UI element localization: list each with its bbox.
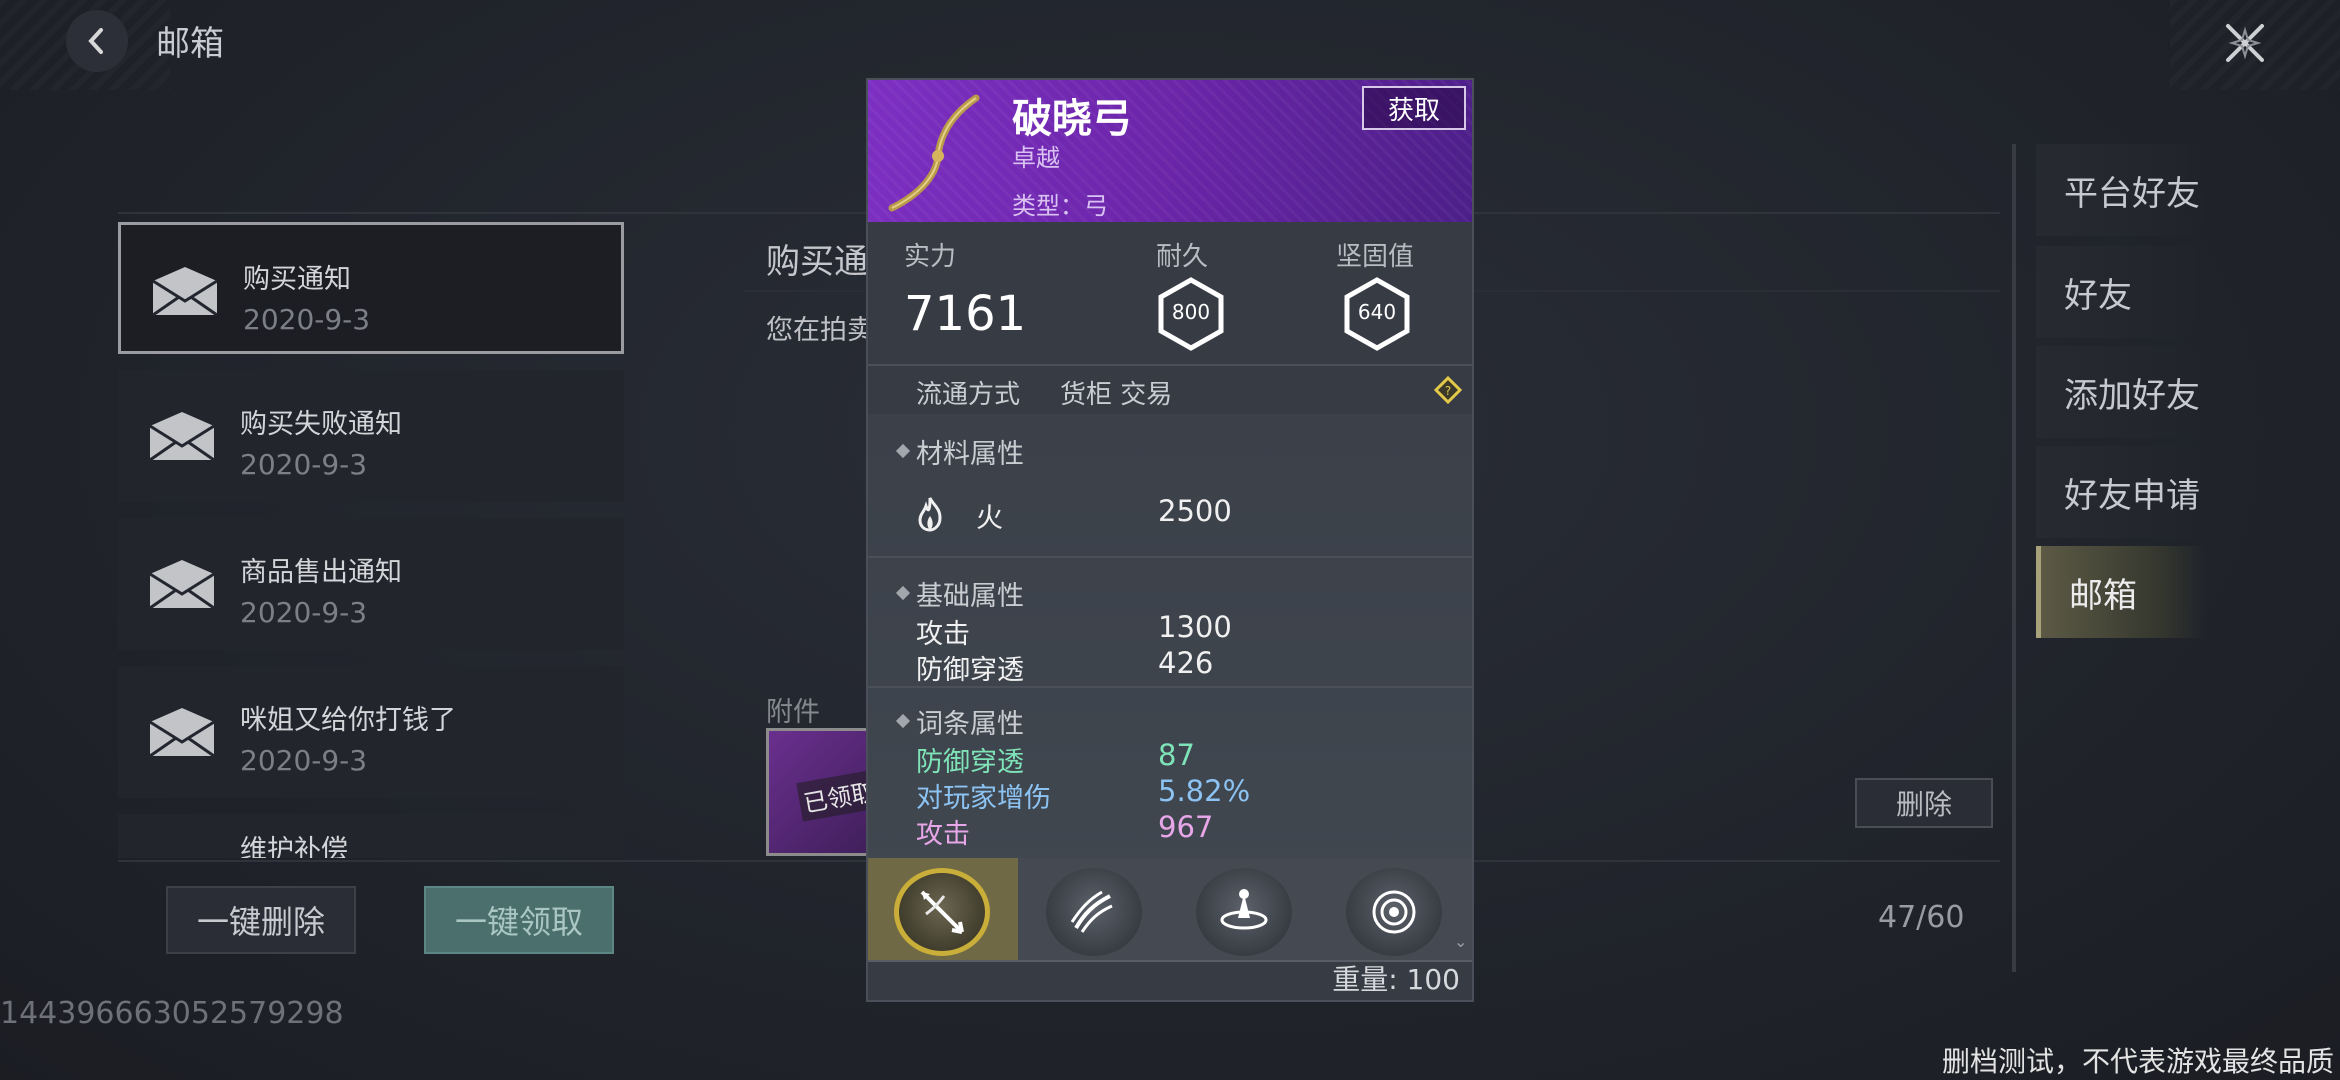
- help-icon[interactable]: ?: [1434, 376, 1462, 404]
- circulation-label: 流通方式: [916, 380, 1021, 410]
- close-button[interactable]: [2212, 10, 2278, 76]
- expand-down-icon[interactable]: ⌄: [1454, 932, 1467, 951]
- attachment-label: 附件: [766, 697, 820, 728]
- material-title: 材料属性: [916, 439, 1024, 470]
- mail-date: 2020-9-3: [240, 448, 368, 481]
- mail-title: 购买失败通知: [240, 409, 402, 440]
- envelope-icon: [149, 412, 215, 462]
- affix-attr-value: 87: [1158, 738, 1195, 772]
- power-value: 7161: [904, 286, 1027, 342]
- mail-title: 商品售出通知: [240, 557, 402, 588]
- affix-attr-name: 攻击: [916, 819, 970, 850]
- mail-item[interactable]: 咪姐又给你打钱了 2020-9-3: [118, 666, 624, 798]
- mail-body: 您在拍卖: [766, 315, 874, 346]
- toughness-hexagon: 640: [1342, 276, 1412, 352]
- base-attr-name: 防御穿透: [916, 655, 1024, 686]
- svg-text:?: ?: [1445, 384, 1451, 398]
- attachment-item[interactable]: 已领取: [766, 728, 882, 856]
- spin-icon: [1220, 889, 1268, 930]
- page-title: 邮箱: [156, 24, 224, 64]
- mail-count: 47/60: [1878, 900, 1965, 935]
- bow-icon: [888, 94, 980, 212]
- power-label: 实力: [904, 242, 957, 272]
- skill-slot[interactable]: [1196, 868, 1292, 956]
- swift-shot-icon: [1070, 890, 1113, 933]
- mail-item[interactable]: 购买通知 2020-9-3: [118, 222, 624, 354]
- mail-date: 2020-9-3: [240, 744, 368, 777]
- skill-slot[interactable]: [1346, 868, 1442, 956]
- base-attr-value: 1300: [1158, 610, 1232, 644]
- item-tooltip-card: 破晓弓 卓越 类型：弓 获取 实力 7161 耐久 800 坚固值 640 流通…: [866, 78, 1474, 1002]
- fire-icon: [918, 497, 942, 532]
- durability-label: 耐久: [1156, 242, 1209, 272]
- bow-arrow-icon: [920, 890, 964, 934]
- skill-slot[interactable]: [1046, 868, 1142, 956]
- delete-button[interactable]: 删除: [1855, 778, 1993, 828]
- mail-title: 维护补偿: [240, 835, 348, 858]
- affix-attr-value: 967: [1158, 810, 1214, 844]
- skill-bar: [868, 858, 1472, 960]
- nav-item-mailbox[interactable]: 邮箱: [2036, 546, 2206, 638]
- row-divider: [868, 686, 1472, 688]
- material-name: 火: [976, 503, 1003, 534]
- row-divider: [868, 364, 1472, 366]
- mail-list: 购买通知 2020-9-3 购买失败通知 2020-9-3 商品售出通知 202…: [118, 222, 624, 858]
- circulation-value: 货柜 交易: [1060, 380, 1173, 410]
- envelope-icon: [149, 560, 215, 610]
- nav-item-platform-friends[interactable]: 平台好友: [2036, 144, 2206, 236]
- item-name: 破晓弓: [1012, 96, 1132, 142]
- user-id: 1443966630525792​98: [0, 996, 344, 1031]
- row-divider: [868, 556, 1472, 558]
- nav-item-add-friend[interactable]: 添加好友: [2036, 346, 2206, 438]
- durability-value: 800: [1171, 300, 1211, 324]
- affix-attr-name: 对玩家增伤: [916, 783, 1051, 814]
- base-attr-name: 攻击: [916, 619, 970, 650]
- durability-hexagon: 800: [1156, 276, 1226, 352]
- chevron-left-icon: [88, 28, 103, 54]
- envelope-icon: [152, 267, 218, 317]
- affix-attr-name: 防御穿透: [916, 747, 1024, 778]
- affix-attr-value: 5.82%: [1158, 774, 1251, 808]
- nav-item-friends[interactable]: 好友: [2036, 246, 2206, 338]
- mail-title: 购买通知: [243, 264, 351, 295]
- base-attr-value: 426: [1158, 646, 1214, 680]
- mail-item[interactable]: 维护补偿: [118, 814, 624, 858]
- vortex-icon: [1372, 890, 1416, 934]
- mail-subject: 购买通: [766, 242, 868, 282]
- item-rarity: 卓越: [1012, 144, 1060, 172]
- mail-date: 2020-9-3: [240, 596, 368, 629]
- mail-item[interactable]: 商品售出通知 2020-9-3: [118, 518, 624, 650]
- obtain-button[interactable]: 获取: [1362, 86, 1466, 130]
- skill-slot[interactable]: [894, 868, 990, 956]
- toughness-value: 640: [1357, 300, 1397, 324]
- base-title: 基础属性: [916, 581, 1024, 612]
- close-icon: [2226, 24, 2264, 62]
- mail-date: 2020-9-3: [243, 303, 371, 336]
- toughness-label: 坚固值: [1336, 242, 1415, 272]
- material-value: 2500: [1158, 494, 1232, 528]
- item-weight: 重量: 100: [1332, 963, 1460, 996]
- mail-item[interactable]: 购买失败通知 2020-9-3: [118, 370, 624, 502]
- claim-all-button[interactable]: 一键领取: [424, 886, 614, 954]
- nav-item-friend-requests[interactable]: 好友申请: [2036, 446, 2206, 538]
- mail-title: 咪姐又给你打钱了: [240, 705, 456, 736]
- envelope-icon: [149, 708, 215, 758]
- item-type: 类型：弓: [1012, 192, 1108, 220]
- delete-all-button[interactable]: 一键删除: [166, 886, 356, 954]
- nav-divider: [2012, 144, 2016, 972]
- disclaimer: 删档测试，不代表游戏最终品质: [1941, 1045, 2334, 1078]
- affix-title: 词条属性: [916, 709, 1024, 740]
- back-button[interactable]: [66, 10, 128, 72]
